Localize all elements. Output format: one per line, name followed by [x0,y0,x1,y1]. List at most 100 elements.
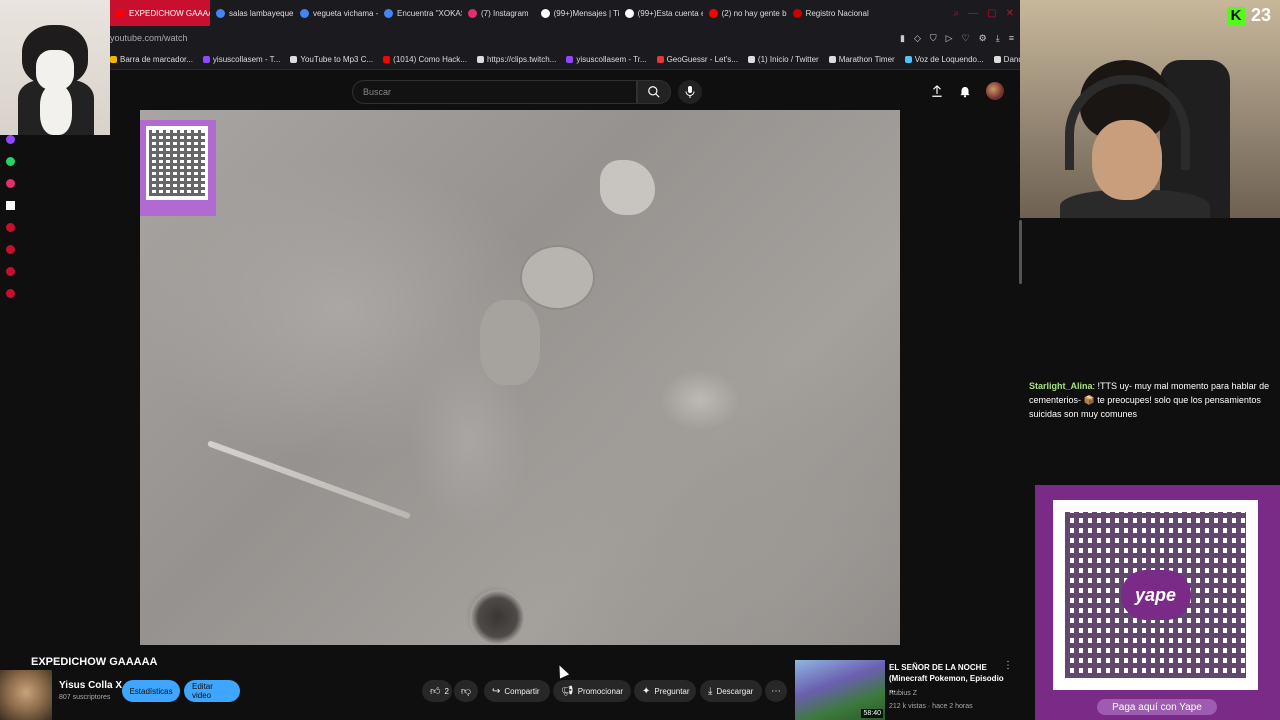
tab-label: (99+)Esta cuenta es [637,8,703,18]
voice-search-button[interactable] [678,80,702,104]
edit-video-button[interactable]: Editar video [184,680,240,702]
youtube-header: Buscar [110,72,1020,110]
recommended-meta: 212 k vistas · hace 2 horas [889,703,973,710]
search-button[interactable] [637,80,671,104]
browser-tab[interactable]: (2) no hay gente bue [703,0,787,26]
upload-icon[interactable] [930,83,944,99]
tab-favicon-icon [384,8,393,18]
browser-tab[interactable]: (99+)Esta cuenta es [619,0,703,26]
search-input[interactable]: Buscar [352,80,637,104]
ask-button[interactable]: ✦ Preguntar [634,680,696,702]
share-button[interactable]: ↪ Compartir [484,680,550,702]
sidebar-app-icon[interactable] [6,223,15,232]
download-icon[interactable]: ⤓ [996,33,1000,44]
more-actions-button[interactable]: ⋯ [765,680,787,702]
browser-tab[interactable]: EXPEDICHOW GAAAAA - [110,0,210,26]
bookmark-label: GeoGuessr - Let's... [666,55,738,64]
bookmark-item[interactable]: yisuscollasem - T... [202,55,280,64]
x-icon[interactable] [6,201,15,210]
promote-button[interactable]: 📢︎ Promocionar [553,680,631,702]
close-icon[interactable]: ✕ [1006,8,1014,19]
bell-icon[interactable] [958,83,972,99]
yape-payment-card: yape Paga aquí con Yape [1035,485,1280,720]
bookmark-favicon-icon [993,56,1001,63]
browser-tab-bar: EXPEDICHOW GAAAAA - salas lambayeque - veg… [110,0,1020,26]
browser-tab[interactable]: Registro Nacional de [787,0,871,26]
heart-icon[interactable]: ♡ [962,33,970,44]
stats-button[interactable]: Estadísticas [122,680,180,702]
bookmark-item[interactable]: Barra de marcador... [110,55,193,64]
menu-icon[interactable]: ≡ [1009,33,1014,44]
bookmark-favicon-icon [566,56,574,63]
extension-icon[interactable]: ◇ [914,33,921,44]
bookmark-icon[interactable]: ▮ [900,33,905,44]
bookmark-label: (1) Inicio / Twitter [757,55,819,64]
browser-tab[interactable]: (99+)Mensajes | TikT [535,0,619,26]
tab-favicon-icon [540,8,550,18]
channel-avatar[interactable] [0,670,52,720]
bookmark-item[interactable]: Dandadan, Capitul... [993,55,1020,64]
twitch-icon[interactable] [6,135,15,144]
download-button[interactable]: ⤓ Descargar [700,680,762,702]
channel-name[interactable]: Yisus Colla X [59,680,122,691]
chat-message: Starlight_Alina: !TTS uy- muy mal moment… [1029,379,1274,421]
scrollbar-thumb[interactable] [1019,220,1022,284]
cat-webcam-overlay [0,0,110,135]
tab-label: EXPEDICHOW GAAAAA - [129,8,210,18]
video-title: EXPEDICHOW GAAAAA [31,656,158,668]
bookmark-favicon-icon [476,56,484,63]
instagram-icon[interactable] [6,179,15,188]
bookmark-favicon-icon [828,56,836,63]
browser-tab[interactable]: vegueta vichama - B [294,0,378,26]
window-controls: ⌕ — ▢ ✕ [954,8,1020,19]
url-text[interactable]: youtube.com/watch [110,33,188,43]
streamer-webcam [1020,0,1280,218]
search-icon [648,86,660,98]
bookmark-item[interactable]: (1) Inicio / Twitter [747,55,819,64]
maximize-icon[interactable]: ▢ [987,8,996,19]
bookmark-label: Barra de marcador... [120,55,193,64]
video-frame-stone [480,300,540,385]
thumbs-down-icon: 👎︎ [460,686,472,697]
sidebar-settings-icon[interactable] [6,289,15,298]
minimize-icon[interactable]: — [968,8,978,19]
bookmark-item[interactable]: GeoGuessr - Let's... [656,55,738,64]
browser-tab[interactable]: salas lambayeque - [210,0,294,26]
browser-tab[interactable]: (7) Instagram [462,0,535,26]
tab-favicon-icon [468,8,477,18]
sparkle-icon: ✦ [642,685,651,697]
settings-icon[interactable]: ⚙ [979,33,987,44]
shield-icon[interactable]: ⛉ [930,33,937,44]
video-duration: 58:40 [861,709,883,718]
browser-tab[interactable]: Encuentra "XOKAS R [378,0,462,26]
address-bar-icons: ▮ ◇ ⛉ ▷ ♡ ⚙ ⤓ ≡ [900,33,1020,44]
bookmark-item[interactable]: YouTube to Mp3 C... [290,55,373,64]
chat-username: Starlight_Alina [1029,381,1093,391]
more-vert-icon[interactable]: ⋮ [1003,660,1013,671]
yape-label: Paga aquí con Yape [1097,699,1217,715]
sidebar-history-icon[interactable] [6,245,15,254]
video-player[interactable] [140,110,900,645]
video-frame-hole [470,590,525,645]
bookmark-item[interactable]: yisuscollasem - Tr... [566,55,647,64]
play-icon[interactable]: ▷ [946,33,953,44]
dislike-button[interactable]: 👎︎ [454,680,478,702]
recommended-channel[interactable]: Rubius Z [889,690,917,697]
like-button[interactable]: 👍︎ 2 [422,680,452,702]
whatsapp-icon[interactable] [6,157,15,166]
subscriber-count: 807 suscriptores [59,694,111,701]
bookmark-label: Dandadan, Capitul... [1003,55,1020,64]
recommended-thumbnail[interactable]: 58:40 [795,660,885,720]
bookmark-item[interactable]: https://clips.twitch... [476,55,556,64]
tab-favicon-icon [792,8,802,18]
video-frame-stone [600,160,655,215]
address-bar[interactable]: youtube.com/watch ▮ ◇ ⛉ ▷ ♡ ⚙ ⤓ ≡ [110,26,1020,50]
sidebar-extensions-icon[interactable] [6,267,15,276]
bookmark-item[interactable]: (1014) Como Hack... [383,55,467,64]
yape-logo: yape [1120,570,1191,620]
bookmark-item[interactable]: Marathon Timer [828,55,895,64]
account-avatar[interactable] [986,82,1004,100]
bookmark-item[interactable]: Voz de Loquendo... [904,55,984,64]
search-tabs-icon[interactable]: ⌕ [954,8,960,19]
tab-label: (99+)Mensajes | TikT [553,8,619,18]
